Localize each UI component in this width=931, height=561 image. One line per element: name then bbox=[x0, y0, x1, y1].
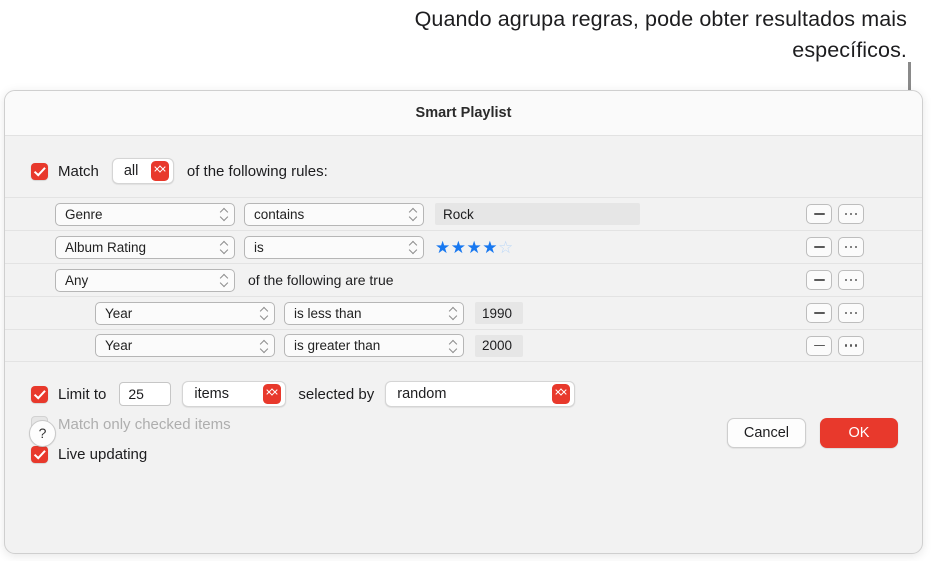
ellipsis-icon bbox=[844, 311, 858, 315]
match-label: Match bbox=[58, 162, 99, 180]
rule-value-input[interactable]: 2000 bbox=[475, 334, 523, 357]
minus-icon bbox=[813, 246, 825, 248]
minus-icon bbox=[813, 213, 825, 215]
more-options-button[interactable] bbox=[838, 237, 864, 257]
rule-operator-select[interactable]: is greater than bbox=[284, 334, 464, 357]
chevron-updown-icon bbox=[150, 161, 169, 181]
ellipsis-icon bbox=[844, 212, 858, 216]
ellipsis-icon bbox=[844, 344, 858, 347]
match-tail-label: of the following rules: bbox=[186, 162, 328, 180]
rule-field-select[interactable]: Year bbox=[95, 301, 275, 325]
remove-rule-button[interactable] bbox=[806, 270, 832, 290]
stars-filled: ★★★★ bbox=[435, 237, 498, 257]
callout-annotation-text: Quando agrupa regras, pode obter resulta… bbox=[414, 7, 907, 62]
rule-field-select[interactable]: Year bbox=[95, 334, 275, 357]
dialog-titlebar: Smart Playlist bbox=[5, 91, 922, 136]
more-options-button[interactable] bbox=[838, 204, 864, 224]
remove-rule-button[interactable] bbox=[806, 204, 832, 224]
dialog-title: Smart Playlist bbox=[415, 105, 512, 121]
rule-operator-value: is greater than bbox=[294, 338, 381, 353]
row-buttons bbox=[806, 270, 864, 290]
chevron-updown-icon bbox=[219, 271, 230, 289]
rule-field-select[interactable]: Album Rating bbox=[55, 235, 235, 259]
match-type-value: all bbox=[123, 163, 139, 179]
table-row-nested: Year is greater than 2000 bbox=[5, 329, 922, 362]
ellipsis-icon bbox=[844, 245, 858, 249]
rule-operator-select[interactable]: is bbox=[244, 235, 424, 259]
rule-field-select[interactable]: Genre bbox=[55, 202, 235, 226]
group-match-value: Any bbox=[65, 272, 89, 288]
chevron-updown-icon bbox=[408, 238, 419, 256]
chevron-updown-icon bbox=[219, 205, 230, 223]
rule-operator-select[interactable]: contains bbox=[244, 202, 424, 226]
row-buttons bbox=[806, 237, 864, 257]
rule-value-input[interactable]: Rock bbox=[435, 203, 640, 225]
row-buttons bbox=[806, 303, 864, 323]
ok-button[interactable]: OK bbox=[820, 418, 898, 448]
match-type-popup[interactable]: all bbox=[111, 158, 174, 184]
match-checkbox[interactable] bbox=[31, 162, 48, 180]
row-buttons bbox=[806, 335, 864, 356]
minus-icon bbox=[813, 344, 825, 347]
rule-field-value: Album Rating bbox=[65, 239, 147, 255]
chevron-updown-icon bbox=[448, 304, 459, 322]
more-options-button[interactable] bbox=[838, 335, 864, 356]
more-options-button[interactable] bbox=[838, 270, 864, 290]
match-row: Match all of the following rules: bbox=[5, 151, 922, 191]
table-row: Album Rating is ★★★★☆ bbox=[5, 230, 922, 263]
minus-icon bbox=[813, 279, 825, 281]
rule-operator-select[interactable]: is less than bbox=[284, 301, 464, 325]
group-tail-label: of the following are true bbox=[248, 272, 394, 288]
chevron-updown-icon bbox=[219, 238, 230, 256]
cancel-button[interactable]: Cancel bbox=[726, 418, 806, 448]
rule-operator-value: is less than bbox=[294, 305, 362, 321]
rules-list: Genre contains Rock Album Rating is ★★★★… bbox=[5, 197, 922, 362]
stars-empty: ☆ bbox=[497, 237, 514, 257]
table-row: Genre contains Rock bbox=[5, 197, 922, 230]
group-match-select[interactable]: Any bbox=[55, 268, 235, 292]
dialog-body: Match all of the following rules: Genre … bbox=[5, 151, 922, 469]
remove-rule-button[interactable] bbox=[806, 335, 832, 356]
minus-icon bbox=[813, 312, 825, 314]
rule-field-value: Year bbox=[105, 305, 133, 321]
rating-stars[interactable]: ★★★★☆ bbox=[435, 239, 514, 256]
more-options-button[interactable] bbox=[838, 303, 864, 323]
chevron-updown-icon bbox=[259, 337, 270, 355]
rule-field-value: Year bbox=[105, 338, 133, 353]
smart-playlist-dialog: Smart Playlist Match all of the followin… bbox=[4, 90, 923, 554]
dialog-footer: ? Cancel OK bbox=[5, 397, 922, 469]
help-button[interactable]: ? bbox=[29, 419, 56, 447]
ellipsis-icon bbox=[844, 278, 858, 282]
table-row-group-header: Any of the following are true bbox=[5, 263, 922, 296]
rule-value-input[interactable]: 1990 bbox=[475, 302, 523, 324]
remove-rule-button[interactable] bbox=[806, 303, 832, 323]
rule-operator-value: contains bbox=[254, 206, 305, 222]
row-buttons bbox=[806, 204, 864, 224]
chevron-updown-icon bbox=[408, 205, 419, 223]
rule-operator-value: is bbox=[254, 239, 264, 255]
remove-rule-button[interactable] bbox=[806, 237, 832, 257]
chevron-updown-icon bbox=[259, 304, 270, 322]
chevron-updown-icon bbox=[448, 337, 459, 355]
table-row-nested: Year is less than 1990 bbox=[5, 296, 922, 329]
rule-field-value: Genre bbox=[65, 206, 103, 222]
